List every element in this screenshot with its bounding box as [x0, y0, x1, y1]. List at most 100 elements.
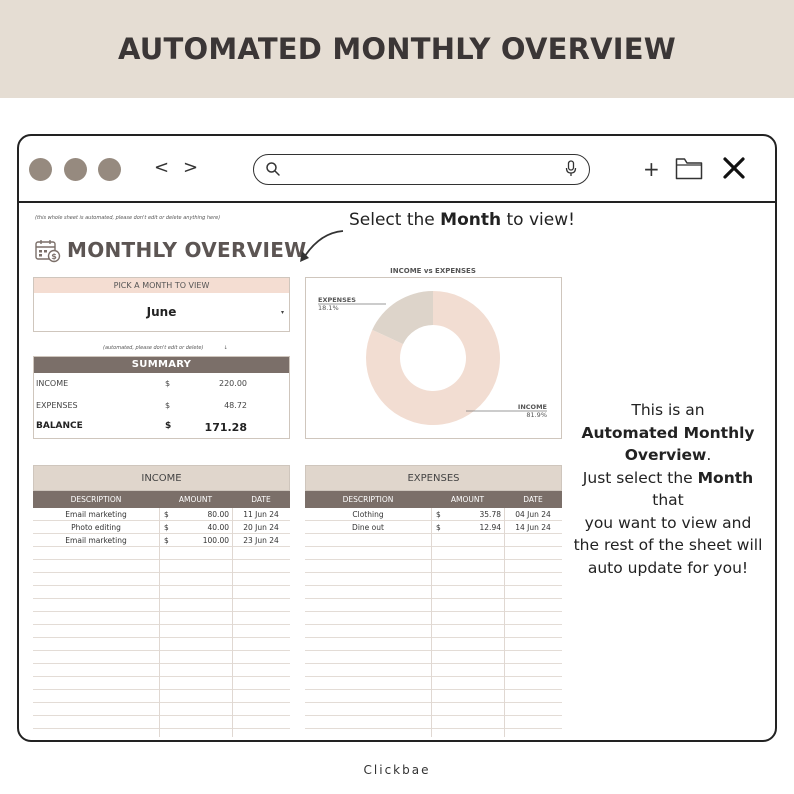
description-bold: Month [697, 468, 754, 487]
header-description: DESCRIPTION [70, 495, 122, 504]
callout-text-post: to view! [501, 210, 575, 230]
summary-row-expenses: EXPENSES $ 48.72 [34, 401, 289, 421]
summary-note-text: (automated, please don't edit or delete) [103, 345, 204, 351]
summary-row-income: INCOME $ 220.00 [34, 379, 289, 399]
income-table-row[interactable] [33, 677, 290, 690]
back-button[interactable]: < [154, 157, 169, 178]
summary-currency: $ [165, 379, 171, 388]
month-picker[interactable]: PICK A MONTH TO VIEW June ▾ [33, 277, 290, 332]
description-line: Overview. [565, 444, 771, 467]
column-divider [431, 508, 432, 737]
donut-chart: EXPENSES 18.1% INCOME 81.9% [305, 277, 562, 439]
banner: AUTOMATED MONTHLY OVERVIEW [0, 0, 794, 98]
window-dot-close[interactable] [29, 158, 52, 181]
summary-value: 171.28 [204, 421, 247, 434]
expenses-cell-description: Clothing [352, 510, 384, 519]
window-dot-maximize[interactable] [98, 158, 121, 181]
description-bold: Overview [624, 446, 707, 464]
automated-note: (this whole sheet is automated, please d… [35, 215, 221, 221]
legend-label-expenses: EXPENSES [318, 296, 356, 304]
expenses-table-row[interactable] [305, 664, 562, 677]
income-table-row[interactable] [33, 664, 290, 677]
curved-arrow-icon [300, 230, 344, 262]
calendar-money-icon: $ [35, 240, 61, 263]
summary-title: SUMMARY [34, 357, 289, 373]
search-input[interactable] [253, 154, 590, 185]
income-table-row[interactable] [33, 716, 290, 729]
summary-row-balance: BALANCE $ 171.28 [34, 421, 289, 441]
income-table-row[interactable] [33, 547, 290, 560]
month-picker-label: PICK A MONTH TO VIEW [34, 278, 289, 293]
page-title: MONTHLY OVERVIEW [67, 238, 307, 262]
folder-icon[interactable] [675, 157, 703, 180]
expenses-table-row[interactable] [305, 677, 562, 690]
income-table-row[interactable] [33, 573, 290, 586]
expenses-table-row[interactable]: Clothing $35.78 04 Jun 24 [305, 508, 562, 521]
microphone-icon[interactable] [565, 160, 577, 178]
income-table-header: DESCRIPTION AMOUNT DATE [33, 491, 290, 508]
expenses-table-row[interactable] [305, 625, 562, 638]
expenses-table-row[interactable] [305, 612, 562, 625]
description-line: Automated Monthly [565, 422, 771, 445]
description-period: . [706, 446, 712, 464]
dropdown-caret-icon[interactable]: ▾ [281, 309, 284, 316]
column-divider [504, 508, 505, 737]
income-table-row[interactable]: Email marketing $80.00 11 Jun 24 [33, 508, 290, 521]
callout-text-bold: Month [440, 210, 502, 230]
expenses-table-row[interactable] [305, 716, 562, 729]
header-date: DATE [251, 495, 271, 504]
data-label-expenses: 18.1% [318, 304, 339, 312]
header-amount: AMOUNT [450, 495, 485, 504]
income-table-row[interactable] [33, 625, 290, 638]
summary-label: BALANCE [36, 421, 83, 431]
income-table-row[interactable]: Photo editing $40.00 20 Jun 24 [33, 521, 290, 534]
description-line: you want to view and [584, 513, 752, 532]
summary-label: INCOME [36, 379, 69, 388]
expenses-cell-description: Dine out [352, 523, 384, 532]
spreadsheet-area: (this whole sheet is automated, please d… [19, 205, 775, 740]
close-icon[interactable] [722, 156, 746, 180]
banner-title: AUTOMATED MONTHLY OVERVIEW [118, 32, 676, 66]
expenses-table-row[interactable] [305, 547, 562, 560]
expenses-table-row[interactable]: Dine out $12.94 14 Jun 24 [305, 521, 562, 534]
expenses-table: EXPENSES DESCRIPTION AMOUNT DATE Clothin… [305, 465, 562, 737]
header-description: DESCRIPTION [342, 495, 394, 504]
brand-footer: Clickbae [363, 763, 431, 777]
expenses-table-row[interactable] [305, 638, 562, 651]
income-cell-description: Email marketing [65, 510, 127, 519]
income-table-row[interactable] [33, 612, 290, 625]
description-bold: Automated Monthly [581, 423, 755, 442]
browser-window: < > + (this whole sheet is automated, pl… [17, 134, 777, 742]
new-tab-button[interactable]: + [643, 159, 660, 179]
income-table-row[interactable] [33, 599, 290, 612]
expenses-cell-date: 14 Jun 24 [515, 523, 551, 532]
svg-text:$: $ [51, 252, 57, 261]
income-cell-amount: 40.00 [207, 523, 229, 532]
income-table-row[interactable] [33, 586, 290, 599]
income-table-row[interactable] [33, 638, 290, 651]
expenses-table-row[interactable] [305, 560, 562, 573]
income-table-row[interactable] [33, 690, 290, 703]
income-table-row[interactable] [33, 560, 290, 573]
forward-button[interactable]: > [183, 157, 198, 178]
expenses-table-row[interactable] [305, 703, 562, 716]
income-table-row[interactable] [33, 703, 290, 716]
expenses-table-row[interactable] [305, 573, 562, 586]
income-table-row[interactable] [33, 651, 290, 664]
expenses-table-row[interactable] [305, 534, 562, 547]
month-picker-value[interactable]: June [34, 305, 289, 319]
description-text: This is an Automated Monthly Overview. J… [565, 399, 771, 579]
income-cell-description: Email marketing [65, 536, 127, 545]
header-date: DATE [523, 495, 543, 504]
window-dot-minimize[interactable] [64, 158, 87, 181]
legend-label-income: INCOME [518, 403, 547, 411]
expenses-table-row[interactable] [305, 690, 562, 703]
expenses-table-row[interactable] [305, 599, 562, 612]
search-icon [266, 162, 280, 176]
income-cell-date: 23 Jun 24 [243, 536, 279, 545]
income-table: INCOME DESCRIPTION AMOUNT DATE Email mar… [33, 465, 290, 737]
expenses-table-row[interactable] [305, 651, 562, 664]
income-table-row[interactable]: Email marketing $100.00 23 Jun 24 [33, 534, 290, 547]
expenses-table-row[interactable] [305, 586, 562, 599]
expenses-table-body: Clothing $35.78 04 Jun 24 Dine out $12.94 14 … [305, 508, 562, 729]
